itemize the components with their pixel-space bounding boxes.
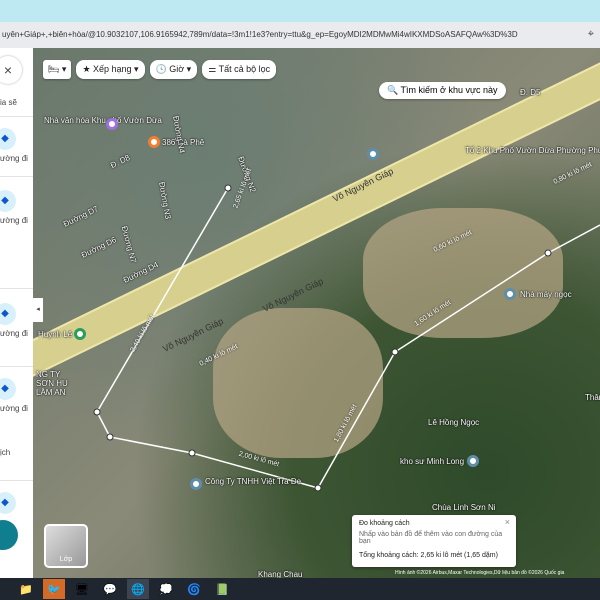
street-label: Đ. D5 <box>520 88 541 97</box>
place-label[interactable]: Tổ 2 Khu Phố Vườn Dừa Phường Phước <box>465 146 600 155</box>
directions-icon[interactable]: ◆ <box>0 303 16 325</box>
cafe-pin-icon[interactable] <box>148 136 160 148</box>
close-panel-button[interactable]: × <box>0 56 22 84</box>
place-label[interactable]: Lê Hồng Ngọc <box>428 418 479 427</box>
place-pin-icon[interactable] <box>74 328 86 340</box>
place-pin-icon[interactable] <box>504 288 516 300</box>
zalo-icon[interactable]: 💭 <box>155 579 177 599</box>
search-this-area-button[interactable]: 🔍 Tìm kiếm ở khu vực này <box>379 82 506 99</box>
panel-text: ia sẽ <box>0 98 17 107</box>
collapse-panel-button[interactable]: ◂ <box>33 298 43 322</box>
divider <box>0 366 33 367</box>
place-label[interactable]: Công Ty TNHH Việt Trà Đẹ <box>205 477 301 486</box>
divider <box>0 176 33 177</box>
map-attribution: Hình ảnh ©2026 Airbus,Maxar Technologies… <box>395 570 565 576</box>
place-label[interactable]: Chùa Linh Sơn Ni <box>432 503 496 512</box>
excel-icon[interactable]: 📗 <box>211 579 233 599</box>
measure-point <box>93 408 101 416</box>
place-pin-icon[interactable] <box>467 455 479 467</box>
chat-app-icon[interactable]: 💬 <box>99 579 121 599</box>
app-notification-icon[interactable]: 🐦 <box>43 579 65 599</box>
measure-title: Đo khoảng cách <box>359 520 410 527</box>
filter-bar: 🛏 ▾ ★ Xếp hạng ▾ 🕓 Giờ ▾ ⚌ Tất cả bộ lọc <box>43 60 277 79</box>
place-pin-icon[interactable] <box>367 148 379 160</box>
measure-distance-card: Đo khoảng cách Nhấp vào bản đồ để thêm v… <box>352 515 516 567</box>
directions-label[interactable]: ường đi <box>0 404 28 413</box>
place-label[interactable]: Nhà máy ngọc <box>520 290 572 299</box>
measure-point <box>188 449 196 457</box>
directions-icon[interactable]: ◆ <box>0 190 16 212</box>
side-panel: × ia sẽ ◆ ường đi ◆ ường đi ◆ ường đi ◆ … <box>0 48 33 578</box>
directions-label[interactable]: ường đi <box>0 216 28 225</box>
measure-point <box>106 433 114 441</box>
measure-point <box>544 249 552 257</box>
close-measure-button[interactable]: × <box>505 517 510 527</box>
directions-label[interactable]: ường đi <box>0 154 28 163</box>
divider <box>0 116 33 117</box>
place-label[interactable]: Huỳnh Lê <box>38 330 72 339</box>
taskbar: 📁 🐦 🖥 💬 🌐 💭 🌀 📗 <box>0 578 600 600</box>
measure-point <box>391 348 399 356</box>
directions-icon[interactable]: ◆ <box>0 492 16 514</box>
layers-label: Lớp <box>59 556 73 563</box>
measure-point <box>224 184 232 192</box>
place-label[interactable]: Thân <box>585 393 600 402</box>
divider <box>0 288 33 289</box>
computer-icon[interactable]: 🖥 <box>71 579 93 599</box>
all-filters-button[interactable]: ⚌ Tất cả bộ lọc <box>202 60 277 79</box>
rating-filter[interactable]: ★ Xếp hạng ▾ <box>76 60 145 79</box>
edge-icon[interactable]: 🌀 <box>183 579 205 599</box>
panel-text: ịch <box>0 448 11 457</box>
place-label[interactable]: kho sư Minh Long <box>400 457 464 466</box>
measure-point <box>314 484 322 492</box>
measure-path <box>93 184 600 492</box>
hotel-filter-button[interactable]: 🛏 ▾ <box>43 60 72 79</box>
action-button[interactable] <box>0 520 18 550</box>
directions-icon[interactable]: ◆ <box>0 128 16 150</box>
layers-button[interactable]: Lớp <box>44 524 88 568</box>
place-pin-icon[interactable] <box>190 478 202 490</box>
directions-icon[interactable]: ◆ <box>0 378 16 400</box>
directions-label[interactable]: ường đi <box>0 329 28 338</box>
measure-hint: Nhấp vào bản đồ để thêm vào con đường củ… <box>359 531 503 545</box>
hours-filter[interactable]: 🕓 Giờ ▾ <box>149 60 198 79</box>
file-explorer-icon[interactable]: 📁 <box>15 579 37 599</box>
divider <box>0 480 33 481</box>
place-label[interactable]: NG TY SƠN HU LÂM AN <box>36 370 80 397</box>
measure-total: Tổng khoảng cách: 2,65 ki lô mét (1,65 d… <box>359 552 498 559</box>
chrome-icon[interactable]: 🌐 <box>127 579 149 599</box>
place-label[interactable]: Nhà văn hóa Khu phố Vườn Dừa <box>44 116 162 125</box>
place-pin-icon[interactable] <box>106 118 118 130</box>
